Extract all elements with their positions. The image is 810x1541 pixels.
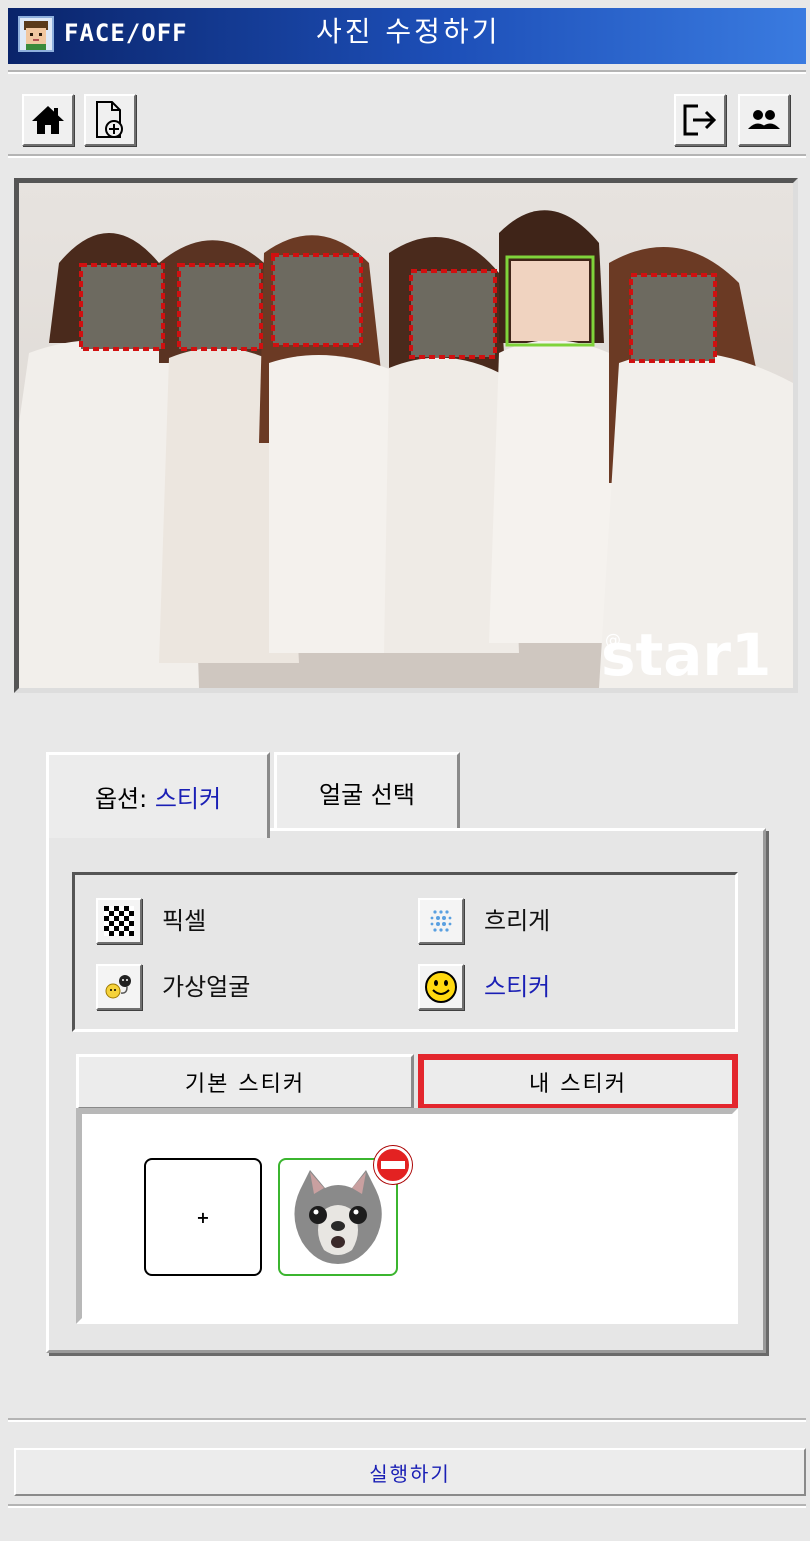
- virtual-face-button[interactable]: [96, 964, 142, 1010]
- photo-frame: @ star1: [14, 178, 798, 693]
- tab-face-select-label: 얼굴 선택: [319, 780, 415, 809]
- remove-sticker-button[interactable]: [374, 1146, 412, 1184]
- logout-icon: [683, 104, 717, 136]
- run-button[interactable]: 실행하기: [14, 1448, 806, 1496]
- virtual-face-icon: [105, 975, 131, 999]
- minus-icon: [381, 1161, 405, 1169]
- tab-my-stickers[interactable]: 내 스티커: [418, 1054, 738, 1110]
- home-icon: [32, 106, 64, 134]
- window-title: 사진 수정하기: [316, 15, 501, 48]
- tab-options-value: 스티커: [154, 785, 222, 813]
- option-label-virtual-face: 가상얼굴: [162, 973, 251, 1001]
- divider: [8, 154, 806, 158]
- add-sticker-label: +: [196, 1207, 210, 1227]
- sticker-button[interactable]: [418, 964, 464, 1010]
- new-file-button[interactable]: [84, 94, 136, 146]
- tab-options-label: 옵션:: [94, 785, 155, 813]
- app-logo-icon: [18, 16, 54, 52]
- divider: [8, 70, 806, 74]
- users-button[interactable]: [738, 94, 790, 146]
- watermark: star1: [601, 621, 771, 688]
- logout-button[interactable]: [674, 94, 726, 146]
- divider: [8, 1418, 806, 1422]
- tab-options[interactable]: 옵션: 스티커: [46, 752, 270, 838]
- option-label-pixel: 픽셀: [162, 907, 207, 935]
- blur-icon: [430, 910, 452, 932]
- pixel-icon: [104, 906, 134, 936]
- tab-basic-stickers[interactable]: 기본 스티커: [76, 1054, 414, 1110]
- new-file-icon: [96, 101, 123, 138]
- photo-canvas[interactable]: @ star1: [19, 183, 793, 688]
- pixel-button[interactable]: [96, 898, 142, 944]
- smiley-icon: [425, 971, 457, 1003]
- option-label-blur: 흐리게: [484, 907, 551, 935]
- users-icon: [748, 110, 780, 129]
- add-sticker-button[interactable]: +: [144, 1158, 262, 1276]
- app-name: FACE/OFF: [64, 19, 188, 47]
- blur-button[interactable]: [418, 898, 464, 944]
- option-label-sticker: 스티커: [484, 973, 551, 1001]
- option-box: [72, 872, 738, 1032]
- home-button[interactable]: [22, 94, 74, 146]
- divider: [8, 1504, 806, 1508]
- tab-face-select[interactable]: 얼굴 선택: [274, 752, 460, 832]
